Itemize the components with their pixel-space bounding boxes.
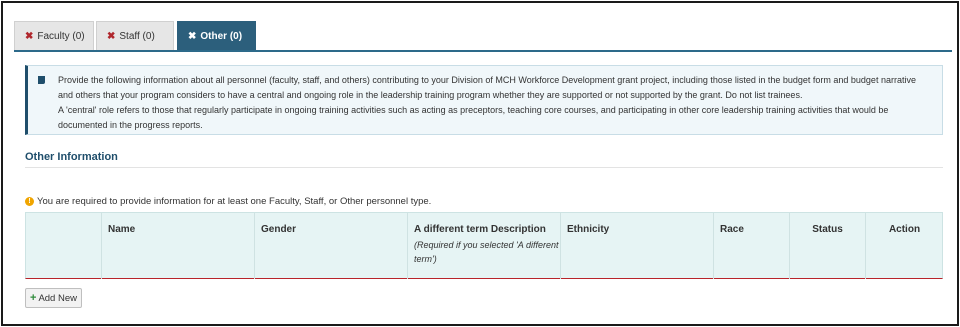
tab-label: Staff (0): [119, 30, 155, 42]
personnel-tabs: ✖ Faculty (0) ✖ Staff (0) ✖ Other (0): [14, 21, 952, 52]
column-header-gender[interactable]: Gender: [255, 213, 408, 279]
column-header-different-term[interactable]: A different term Description (Required i…: [408, 213, 561, 279]
column-header-action: Action: [888, 224, 921, 235]
column-subtext: (Required if you selected 'A different t…: [414, 240, 559, 264]
column-header-name[interactable]: Name: [102, 213, 255, 279]
x-icon: ✖: [25, 30, 34, 42]
add-new-button[interactable]: + Add New: [25, 288, 82, 308]
tab-other[interactable]: ✖ Other (0): [177, 21, 256, 50]
plus-icon: +: [30, 292, 37, 304]
personnel-table: Name Gender A different term Description…: [25, 212, 943, 279]
tab-label: Other (0): [200, 30, 243, 42]
x-icon: ✖: [188, 30, 197, 42]
column-header-select: [26, 213, 102, 279]
add-new-label: Add New: [38, 292, 77, 304]
section-title: Other Information: [25, 151, 118, 163]
tab-staff[interactable]: ✖ Staff (0): [96, 21, 174, 50]
tab-label: Faculty (0): [37, 30, 85, 42]
column-header-ethnicity[interactable]: Ethnicity: [561, 213, 714, 279]
required-notice: ! You are required to provide informatio…: [25, 196, 431, 207]
tab-faculty[interactable]: ✖ Faculty (0): [14, 21, 94, 50]
warning-icon: !: [25, 197, 34, 206]
document-icon: [38, 76, 45, 84]
instructions-box: Provide the following information about …: [25, 65, 943, 135]
column-header-race[interactable]: Race: [714, 213, 790, 279]
instructions-paragraph-2: A 'central' role refers to those that re…: [58, 105, 889, 130]
personnel-panel: ✖ Faculty (0) ✖ Staff (0) ✖ Other (0) Pr…: [1, 1, 959, 326]
column-header-status[interactable]: Status: [790, 213, 866, 279]
notice-text: You are required to provide information …: [37, 196, 432, 207]
x-icon: ✖: [107, 30, 116, 42]
instructions-paragraph-1: Provide the following information about …: [58, 75, 916, 100]
section-divider: [25, 167, 943, 168]
